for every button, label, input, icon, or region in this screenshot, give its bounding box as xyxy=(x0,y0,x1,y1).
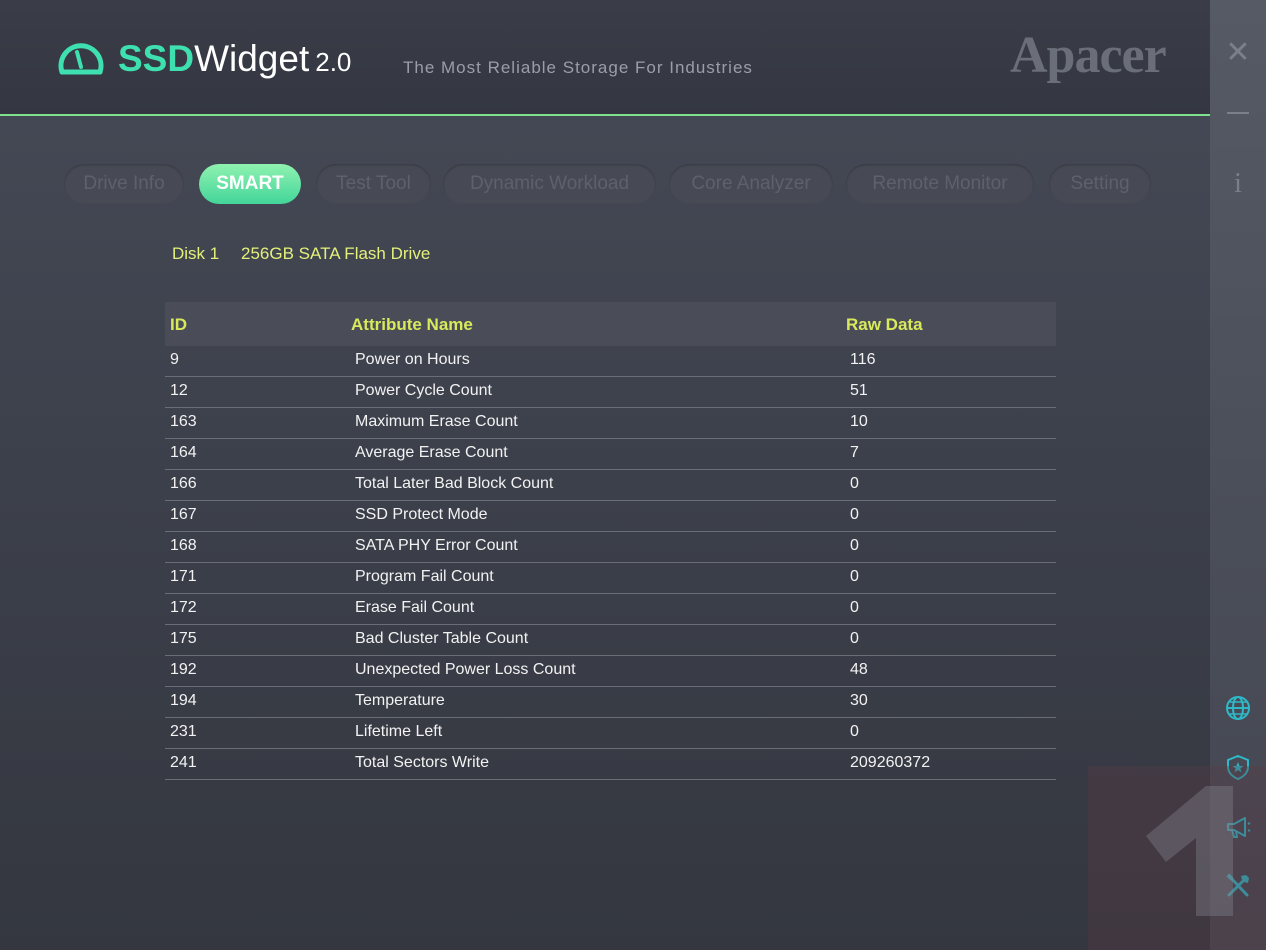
cell-attribute-name: Power on Hours xyxy=(355,351,470,368)
tab-test-tool[interactable]: Test Tool xyxy=(316,164,431,204)
cell-id: 12 xyxy=(170,382,188,399)
cell-id: 175 xyxy=(170,630,197,647)
cell-raw-data: 0 xyxy=(850,506,859,523)
info-icon[interactable]: i xyxy=(1210,168,1266,200)
cell-id: 166 xyxy=(170,475,197,492)
table-row[interactable]: 164 Average Erase Count 7 xyxy=(165,439,1056,470)
app-title-bold: SSD xyxy=(118,38,195,79)
cell-id: 163 xyxy=(170,413,197,430)
table-row[interactable]: 172 Erase Fail Count 0 xyxy=(165,594,1056,625)
table-row[interactable]: 194 Temperature 30 xyxy=(165,687,1056,718)
cell-raw-data: 0 xyxy=(850,723,859,740)
table-row[interactable]: 231 Lifetime Left 0 xyxy=(165,718,1056,749)
disk-selector[interactable]: Disk 1 256GB SATA Flash Drive xyxy=(172,244,430,264)
cell-attribute-name: Total Later Bad Block Count xyxy=(355,475,554,492)
table-row[interactable]: 166 Total Later Bad Block Count 0 xyxy=(165,470,1056,501)
globe-icon[interactable] xyxy=(1224,694,1252,722)
cell-id: 192 xyxy=(170,661,197,678)
table-row[interactable]: 9 Power on Hours 116 xyxy=(165,346,1056,377)
cell-raw-data: 48 xyxy=(850,661,868,678)
cell-raw-data: 0 xyxy=(850,630,859,647)
table-row[interactable]: 175 Bad Cluster Table Count 0 xyxy=(165,625,1056,656)
tab-drive-info[interactable]: Drive Info xyxy=(64,164,184,204)
column-header-id: ID xyxy=(170,315,187,334)
company-logo: Apacer xyxy=(1010,27,1167,84)
cell-raw-data: 209260372 xyxy=(850,754,931,771)
cell-attribute-name: Maximum Erase Count xyxy=(355,413,518,430)
tagline: The Most Reliable Storage For Industries xyxy=(403,58,753,77)
cell-id: 231 xyxy=(170,723,197,740)
cell-raw-data: 0 xyxy=(850,537,859,554)
cell-attribute-name: Power Cycle Count xyxy=(355,382,492,399)
cell-id: 194 xyxy=(170,692,197,709)
cell-raw-data: 0 xyxy=(850,568,859,585)
cell-raw-data: 0 xyxy=(850,599,859,616)
cell-attribute-name: Unexpected Power Loss Count xyxy=(355,661,576,678)
cell-attribute-name: SSD Protect Mode xyxy=(355,506,488,523)
minimize-icon[interactable] xyxy=(1210,100,1266,120)
cell-id: 9 xyxy=(170,351,179,368)
cell-attribute-name: Temperature xyxy=(355,692,445,709)
cell-raw-data: 0 xyxy=(850,475,859,492)
watermark-logo xyxy=(1088,766,1266,950)
app-title: SSDWidget 2.0 xyxy=(118,36,351,85)
column-header-attribute-name: Attribute Name xyxy=(351,315,473,334)
table-row[interactable]: 171 Program Fail Count 0 xyxy=(165,563,1056,594)
tab-dynamic-workload[interactable]: Dynamic Workload xyxy=(443,164,656,204)
cell-attribute-name: Lifetime Left xyxy=(355,723,443,740)
tab-core-analyzer[interactable]: Core Analyzer xyxy=(669,164,833,204)
cell-raw-data: 10 xyxy=(850,413,868,430)
cell-raw-data: 7 xyxy=(850,444,859,461)
column-header-raw-data: Raw Data xyxy=(846,315,923,334)
cell-id: 164 xyxy=(170,444,197,461)
close-icon[interactable]: ✕ xyxy=(1210,36,1266,70)
table-body: 9 Power on Hours 116 12 Power Cycle Count 51 1… xyxy=(165,346,1056,780)
disk-name: Disk 1 xyxy=(172,244,220,263)
cell-id: 172 xyxy=(170,599,197,616)
cell-attribute-name: Bad Cluster Table Count xyxy=(355,630,529,647)
table-row[interactable]: 167 SSD Protect Mode 0 xyxy=(165,501,1056,532)
table-row[interactable]: 163 Maximum Erase Count 10 xyxy=(165,408,1056,439)
app-header: SSDWidget 2.0 The Most Reliable Storage F… xyxy=(0,0,1210,116)
smart-table: ID Attribute Name Raw Data 9 Power on Hou… xyxy=(165,302,1056,780)
cell-id: 171 xyxy=(170,568,197,585)
cell-id: 168 xyxy=(170,537,197,554)
cell-raw-data: 116 xyxy=(850,351,876,368)
cell-attribute-name: SATA PHY Error Count xyxy=(355,537,518,554)
speedometer-icon xyxy=(58,43,104,75)
table-header: ID Attribute Name Raw Data xyxy=(165,302,1056,346)
app-version: 2.0 xyxy=(315,47,352,77)
table-row[interactable]: 192 Unexpected Power Loss Count 48 xyxy=(165,656,1056,687)
disk-model: 256GB SATA Flash Drive xyxy=(241,244,431,263)
cell-id: 167 xyxy=(170,506,197,523)
table-row[interactable]: 12 Power Cycle Count 51 xyxy=(165,377,1056,408)
tab-smart[interactable]: SMART xyxy=(199,164,301,204)
app-title-rest: Widget xyxy=(194,38,310,79)
cell-raw-data: 51 xyxy=(850,382,868,399)
cell-attribute-name: Average Erase Count xyxy=(355,444,508,461)
table-row[interactable]: 168 SATA PHY Error Count 0 xyxy=(165,532,1056,563)
cell-attribute-name: Program Fail Count xyxy=(355,568,494,585)
cell-attribute-name: Total Sectors Write xyxy=(355,754,489,771)
cell-raw-data: 30 xyxy=(850,692,868,709)
tab-remote-monitor[interactable]: Remote Monitor xyxy=(846,164,1034,204)
cell-attribute-name: Erase Fail Count xyxy=(355,599,475,616)
table-row[interactable]: 241 Total Sectors Write 209260372 xyxy=(165,749,1056,780)
cell-id: 241 xyxy=(170,754,197,771)
tab-setting[interactable]: Setting xyxy=(1049,164,1151,204)
